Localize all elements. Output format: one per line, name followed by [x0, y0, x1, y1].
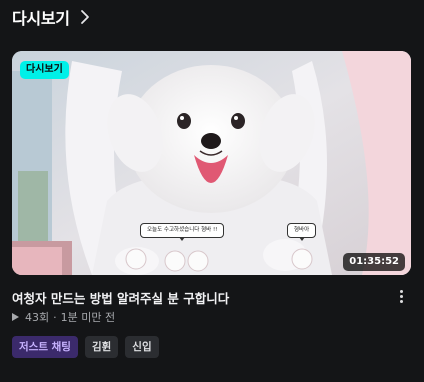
replay-badge: 다시보기: [20, 61, 69, 79]
video-title[interactable]: 여청자 만드는 방법 알려주실 분 구합니다: [12, 288, 229, 307]
upload-time: 1분 미만 전: [60, 311, 116, 324]
view-count: 43회: [25, 311, 50, 324]
play-icon: [12, 313, 19, 321]
video-card: 다시보기 오늘도 수고하셨습니다 형바 !! 형바아 01:35:52 여청자 …: [12, 51, 411, 358]
section-header-replay[interactable]: 다시보기: [12, 4, 94, 30]
duration-badge: 01:35:52: [343, 253, 405, 271]
video-thumbnail[interactable]: 다시보기 오늘도 수고하셨습니다 형바 !! 형바아 01:35:52: [12, 51, 411, 275]
more-options-button[interactable]: [394, 287, 408, 305]
more-vertical-icon: [399, 294, 403, 298]
chevron-right-icon: [80, 10, 89, 24]
tag-item[interactable]: 신입: [125, 336, 159, 358]
chat-bubble: 오늘도 수고하셨습니다 형바 !!: [140, 223, 225, 241]
tag-list: 저스트 채팅 김휜 신입: [12, 336, 159, 358]
tag-item[interactable]: 김휜: [84, 336, 119, 358]
section-title: 다시보기: [12, 9, 70, 28]
video-meta: 43회 · 1분 미만 전: [12, 309, 115, 325]
meta-separator: ·: [53, 310, 57, 324]
chat-bubble: 형바아: [287, 223, 317, 241]
tag-category[interactable]: 저스트 채팅: [12, 336, 78, 358]
thumbnail-image: [12, 51, 411, 275]
more-vertical-icon: [399, 299, 403, 303]
more-vertical-icon: [399, 289, 403, 293]
